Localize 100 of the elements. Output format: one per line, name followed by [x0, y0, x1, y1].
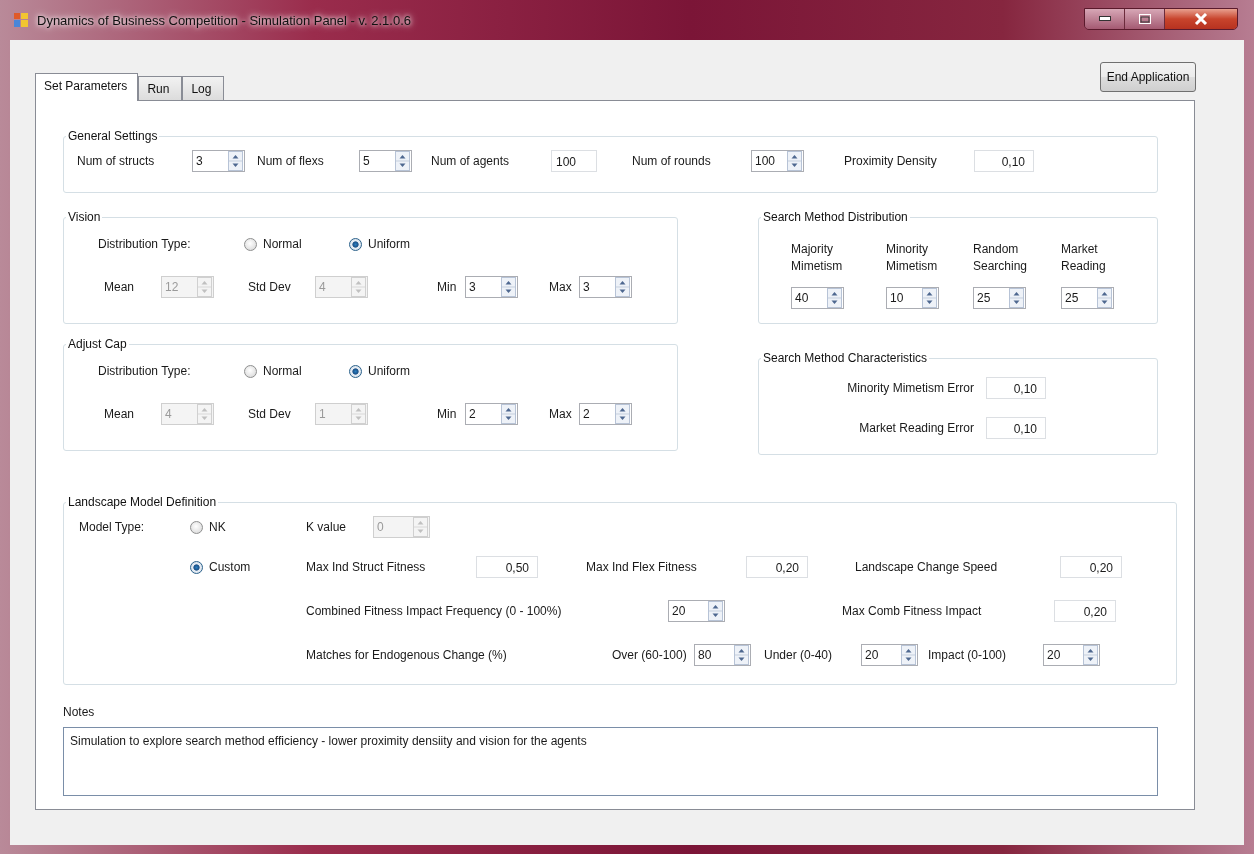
field-label: Proximity Density: [844, 154, 938, 168]
number-spinner[interactable]: 10: [886, 287, 939, 309]
field-label: Majority Mimetism: [791, 241, 844, 275]
notes-label: Notes: [63, 705, 96, 720]
field-label: Num of structs: [77, 154, 156, 168]
number-spinner[interactable]: 2: [465, 403, 518, 425]
number-spinner[interactable]: 40: [791, 287, 844, 309]
minimize-button[interactable]: [1085, 9, 1125, 29]
number-spinner[interactable]: 25: [973, 287, 1026, 309]
spin-arrows-icon[interactable]: [734, 645, 749, 665]
field-label: Num of flexs: [257, 154, 325, 168]
field-label: Minority Mimetism Error: [846, 381, 974, 395]
tab[interactable]: Set Parameters: [35, 73, 139, 101]
text-field[interactable]: 0,20: [1060, 556, 1122, 578]
close-button[interactable]: [1165, 9, 1237, 29]
text-field[interactable]: 0,20: [746, 556, 808, 578]
radio-option[interactable]: Normal: [244, 364, 349, 378]
number-spinner[interactable]: 20: [668, 600, 725, 622]
text-field[interactable]: 0,10: [986, 417, 1046, 439]
maximize-icon: [1138, 14, 1151, 24]
maximize-button[interactable]: [1125, 9, 1165, 29]
field-label: Std Dev: [248, 407, 292, 421]
group-title: General Settings: [67, 129, 159, 144]
spin-arrows-icon[interactable]: [615, 404, 630, 424]
group-title: Vision: [67, 210, 102, 225]
text-field[interactable]: 0,10: [986, 377, 1046, 399]
field-label: Market Reading Error: [858, 421, 974, 435]
spin-arrows-icon[interactable]: [228, 151, 243, 171]
number-spinner[interactable]: 20: [1043, 644, 1100, 666]
spin-arrows-icon[interactable]: [827, 288, 842, 308]
field-label: Landscape Change Speed: [855, 560, 999, 574]
field-label: Distribution Type:: [98, 364, 192, 378]
group-title: Search Method Distribution: [762, 210, 909, 225]
text-field[interactable]: 0,50: [476, 556, 538, 578]
field-label: Over (60-100): [612, 648, 688, 662]
radio-option[interactable]: NK: [190, 520, 295, 534]
number-spinner[interactable]: 3: [579, 276, 632, 298]
group-title: Adjust Cap: [67, 337, 128, 352]
spin-arrows-icon[interactable]: [1083, 645, 1098, 665]
text-field[interactable]: 0,20: [1054, 600, 1116, 622]
radio-indicator[interactable]: [190, 560, 203, 574]
field-label: Max: [549, 407, 573, 421]
text-field[interactable]: 0,10: [974, 150, 1034, 172]
field-label: Impact (0-100): [928, 648, 1008, 662]
field-label: Min: [437, 280, 458, 294]
field-label: Max: [549, 280, 573, 294]
field-label: K value: [306, 520, 348, 534]
radio-option[interactable]: Normal: [244, 237, 349, 251]
field-label: Distribution Type:: [98, 237, 192, 251]
close-icon: [1194, 13, 1208, 25]
field-label: Under (0-40): [764, 648, 834, 662]
field-label: Minority Mimetism: [886, 241, 939, 275]
spin-arrows-icon[interactable]: [1097, 288, 1112, 308]
spin-arrows-icon[interactable]: [787, 151, 802, 171]
radio-indicator[interactable]: [349, 237, 362, 251]
field-label: Mean: [104, 407, 136, 421]
minimize-icon: [1098, 16, 1111, 22]
tab[interactable]: Run: [138, 76, 183, 100]
field-label: Combined Fitness Impact Frequency (0 - 100%): [306, 604, 563, 618]
field-label: Model Type:: [79, 520, 145, 534]
field-label: Min: [437, 407, 458, 421]
spin-arrows-icon[interactable]: [395, 151, 410, 171]
spin-arrows-icon[interactable]: [501, 277, 516, 297]
notes-field[interactable]: Simulation to explore search method efficiency - lower proximity densiity and vision for the agents: [63, 727, 1158, 796]
radio-option[interactable]: Uniform: [349, 364, 454, 378]
group-title: Search Method Characteristics: [762, 351, 929, 366]
number-spinner[interactable]: 3: [465, 276, 518, 298]
field-label: Num of agents: [431, 154, 511, 168]
spin-arrows-icon[interactable]: [501, 404, 516, 424]
spin-arrows-icon[interactable]: [922, 288, 937, 308]
spin-arrows-icon[interactable]: [901, 645, 916, 665]
field-label: Market Reading: [1061, 241, 1107, 275]
window-title: Dynamics of Business Competition - Simulation Panel - v. 2.1.0.6: [37, 12, 412, 28]
radio-option[interactable]: Uniform: [349, 237, 454, 251]
field-label: Max Comb Fitness Impact: [842, 604, 983, 618]
field-label: Matches for Endogenous Change (%): [306, 648, 508, 662]
text-field[interactable]: 100: [551, 150, 597, 172]
number-spinner[interactable]: 20: [861, 644, 918, 666]
end-application-button[interactable]: End Application: [1100, 62, 1196, 92]
number-spinner[interactable]: 5: [359, 150, 412, 172]
number-spinner[interactable]: 100: [751, 150, 804, 172]
field-label: Num of rounds: [632, 154, 712, 168]
radio-indicator[interactable]: [244, 364, 257, 378]
field-label: Mean: [104, 280, 136, 294]
spin-arrows-icon[interactable]: [615, 277, 630, 297]
spin-arrows-icon[interactable]: [708, 601, 723, 621]
field-label: Max Ind Struct Fitness: [306, 560, 427, 574]
number-spinner[interactable]: 3: [192, 150, 245, 172]
radio-indicator[interactable]: [349, 364, 362, 378]
app-icon: [13, 12, 29, 28]
spin-arrows-icon[interactable]: [1009, 288, 1024, 308]
field-label: Random Searching: [973, 241, 1029, 275]
radio-option[interactable]: Custom: [190, 560, 295, 574]
radio-indicator[interactable]: [190, 520, 203, 534]
number-spinner[interactable]: 2: [579, 403, 632, 425]
number-spinner[interactable]: 80: [694, 644, 751, 666]
field-label: Max Ind Flex Fitness: [586, 560, 698, 574]
radio-indicator[interactable]: [244, 237, 257, 251]
number-spinner[interactable]: 25: [1061, 287, 1114, 309]
tab[interactable]: Log: [182, 76, 225, 100]
